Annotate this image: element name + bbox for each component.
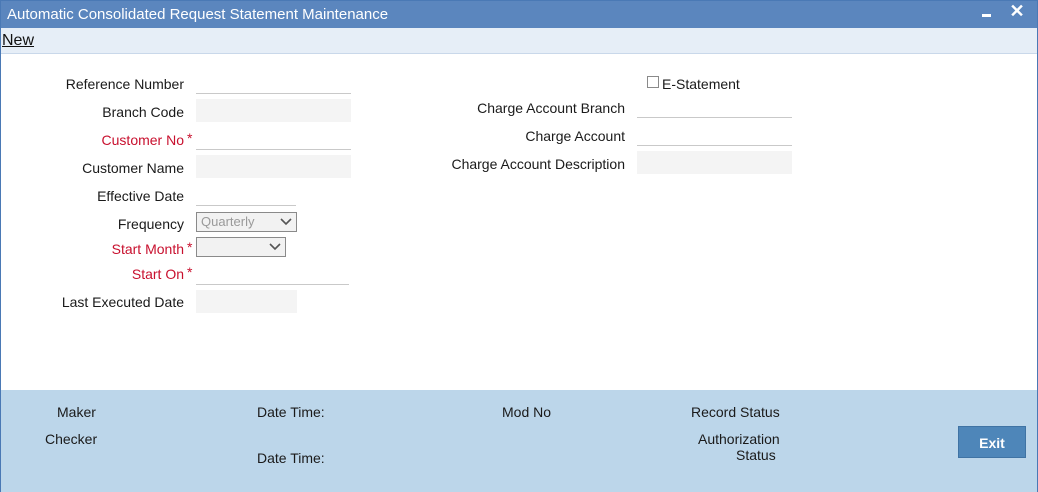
last-executed-date-label: Last Executed Date <box>61 294 184 310</box>
reference-number-field[interactable] <box>196 71 351 94</box>
charge-account-label: Charge Account <box>525 128 625 144</box>
last-executed-date-field[interactable] <box>196 290 297 313</box>
charge-account-branch-field[interactable] <box>637 95 792 118</box>
charge-account-branch-label: Charge Account Branch <box>477 100 625 116</box>
authorization-status-label-line1: Authorization <box>698 431 780 447</box>
toolbar: New <box>1 28 1037 54</box>
e-statement-label: E-Statement <box>662 76 740 92</box>
frequency-select[interactable]: Quarterly <box>196 212 297 232</box>
customer-no-label: Customer No <box>101 132 184 148</box>
checker-date-time-label: Date Time: <box>257 450 325 466</box>
chevron-down-icon <box>269 243 281 251</box>
frequency-selected-value: Quarterly <box>201 214 255 229</box>
start-on-label: Start On <box>131 266 184 282</box>
charge-account-field[interactable] <box>637 123 792 146</box>
new-link[interactable]: New <box>2 32 34 50</box>
customer-name-field[interactable] <box>196 155 351 178</box>
branch-code-label: Branch Code <box>102 104 184 120</box>
checker-label: Checker <box>45 431 98 447</box>
reference-number-label: Reference Number <box>65 76 184 92</box>
charge-account-description-field[interactable] <box>637 151 792 174</box>
charge-account-description-label: Charge Account Description <box>451 156 625 172</box>
start-month-required-marker: * <box>187 239 193 255</box>
branch-code-field[interactable] <box>196 99 351 122</box>
effective-date-field[interactable] <box>196 183 296 206</box>
close-icon[interactable]: ✕ <box>1007 2 1027 24</box>
start-on-required-marker: * <box>187 264 193 280</box>
authorization-status-label-line2: Status <box>736 447 776 463</box>
chevron-down-icon <box>280 218 292 226</box>
effective-date-label: Effective Date <box>97 188 184 204</box>
start-month-select[interactable] <box>196 237 286 257</box>
customer-no-field[interactable] <box>196 127 351 150</box>
start-on-field[interactable] <box>196 262 349 285</box>
maintenance-window: Automatic Consolidated Request Statement… <box>0 0 1038 492</box>
audit-footer: Maker Date Time: Mod No Record Status Ch… <box>1 390 1037 492</box>
e-statement-checkbox[interactable] <box>647 76 659 88</box>
exit-button[interactable]: Exit <box>958 426 1026 458</box>
title-bar: Automatic Consolidated Request Statement… <box>1 1 1037 28</box>
maker-label: Maker <box>57 404 96 420</box>
minimize-icon[interactable] <box>977 2 997 24</box>
customer-no-required-marker: * <box>187 130 193 146</box>
start-month-label: Start Month <box>111 241 184 257</box>
window-title: Automatic Consolidated Request Statement… <box>7 6 389 23</box>
record-status-label: Record Status <box>691 404 780 420</box>
maker-date-time-label: Date Time: <box>257 404 325 420</box>
customer-name-label: Customer Name <box>82 160 184 176</box>
frequency-label: Frequency <box>117 216 184 232</box>
mod-no-label: Mod No <box>502 404 552 420</box>
